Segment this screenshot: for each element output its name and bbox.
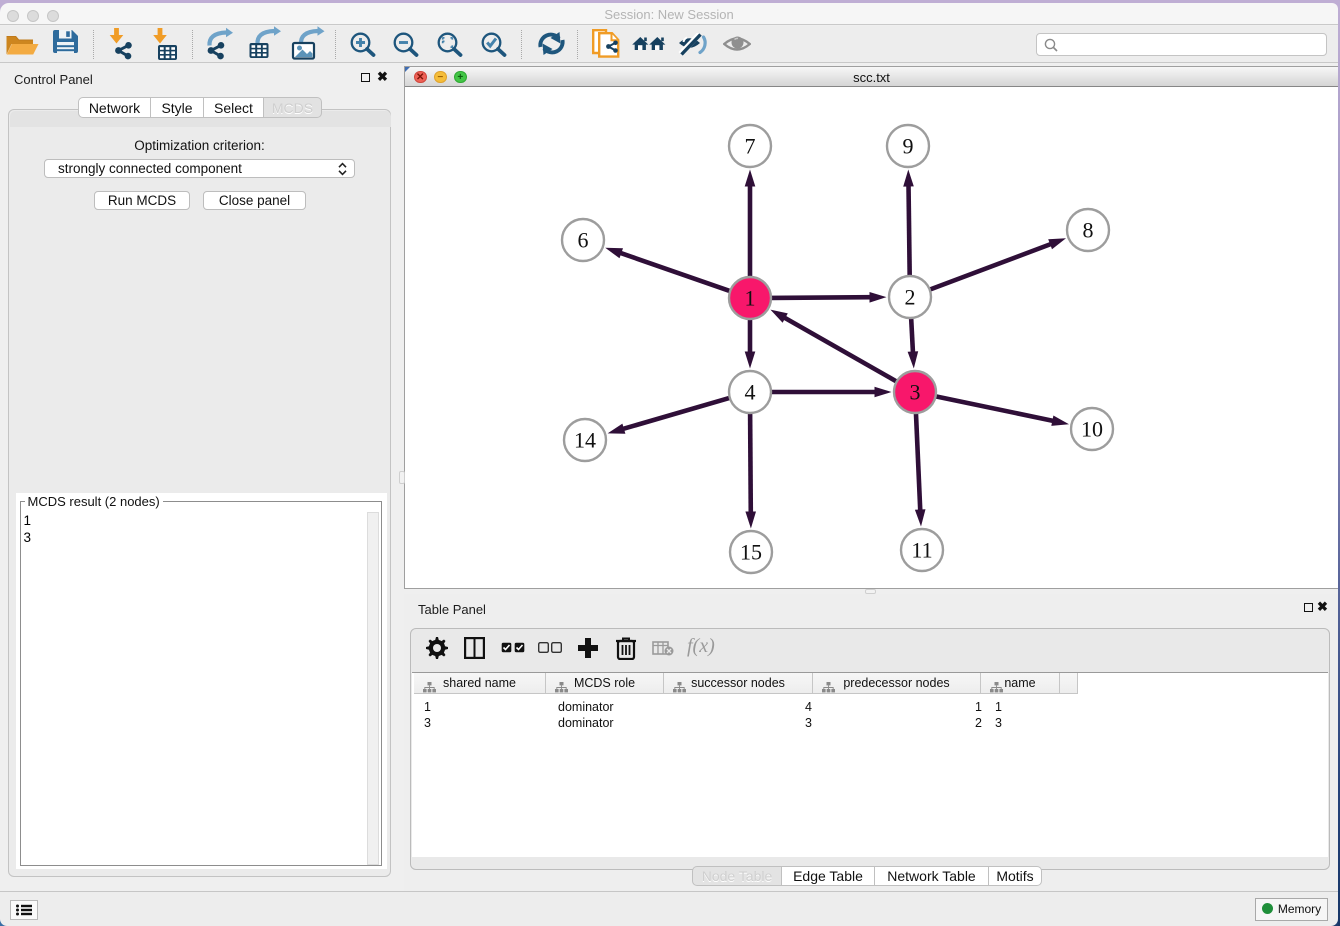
svg-text:11: 11 bbox=[911, 538, 932, 563]
svg-text:8: 8 bbox=[1083, 218, 1094, 243]
svg-text:15: 15 bbox=[740, 540, 762, 565]
svg-text:1: 1 bbox=[745, 286, 756, 311]
svg-text:4: 4 bbox=[745, 380, 756, 405]
svg-text:7: 7 bbox=[745, 134, 756, 159]
svg-text:3: 3 bbox=[910, 380, 921, 405]
svg-text:14: 14 bbox=[574, 428, 596, 453]
svg-text:9: 9 bbox=[903, 134, 914, 159]
svg-text:10: 10 bbox=[1081, 417, 1103, 442]
svg-text:6: 6 bbox=[578, 228, 589, 253]
svg-text:2: 2 bbox=[905, 285, 916, 310]
